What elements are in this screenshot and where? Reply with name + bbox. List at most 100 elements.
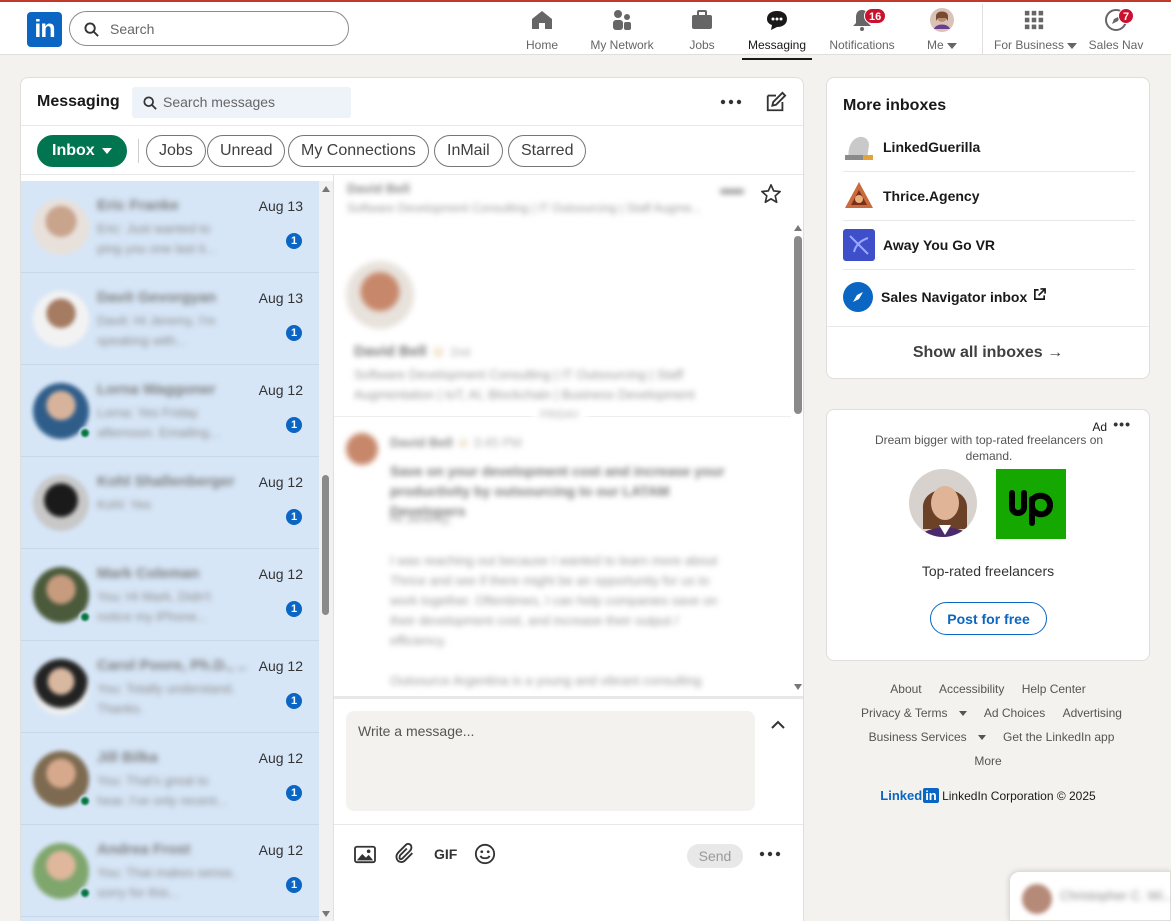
global-search[interactable] xyxy=(69,11,349,46)
conversation-snippet: You: Hi Mark, Didn't notice my iPhone... xyxy=(97,589,211,624)
external-link-icon xyxy=(1033,287,1047,306)
list-item[interactable]: Eric Franke Eric: Just wanted to ping yo… xyxy=(21,181,319,273)
online-status-icon xyxy=(79,427,91,439)
avatar xyxy=(33,291,89,347)
list-item[interactable]: Andrea Frost You: That makes sense, sorr… xyxy=(21,825,319,917)
list-item[interactable]: Carol Poore, Ph.D., ... You: Totally und… xyxy=(21,641,319,733)
global-search-input[interactable] xyxy=(110,18,330,40)
filter-inmail[interactable]: InMail xyxy=(434,135,503,167)
bell-icon xyxy=(826,8,898,32)
scroll-up-arrow-icon[interactable] xyxy=(794,225,802,231)
thread-contact-name[interactable]: David Bell xyxy=(347,181,410,196)
sender-name: David Bell xyxy=(390,435,453,450)
scroll-down-arrow-icon[interactable] xyxy=(322,911,330,917)
nav-divider xyxy=(982,4,983,54)
list-item[interactable]: Lorna Waggoner Lorna: Yes Friday afterno… xyxy=(21,365,319,457)
footer-link-accessibility[interactable]: Accessibility xyxy=(939,682,1004,696)
ad-headline: Top-rated freelancers xyxy=(921,563,1055,579)
footer-link-ad-choices[interactable]: Ad Choices xyxy=(984,706,1045,720)
messaging-card: Messaging Inbox Jobs Unread My Connectio… xyxy=(20,77,804,921)
filter-unread[interactable]: Unread xyxy=(207,135,286,167)
nav-home[interactable]: Home xyxy=(520,8,564,55)
list-item[interactable]: Kohl Shallenberger Kohl: Yes Aug 12 1 xyxy=(21,457,319,549)
scrollbar-thumb[interactable] xyxy=(794,236,802,414)
image-icon[interactable] xyxy=(354,842,376,866)
footer-link-privacy-terms[interactable]: Privacy & Terms xyxy=(854,706,967,720)
compose-icon[interactable] xyxy=(764,90,788,114)
sender-avatar xyxy=(346,433,378,465)
emoji-icon[interactable] xyxy=(474,842,496,866)
inbox-name: Sales Navigator inbox xyxy=(881,288,1028,305)
conversation-scrollbar[interactable] xyxy=(319,181,333,921)
list-item[interactable]: Jill Bilka You: That's great to hear. I'… xyxy=(21,733,319,825)
more-inboxes-title: More inboxes xyxy=(843,97,947,114)
more-options-icon[interactable]: ••• xyxy=(1113,416,1131,432)
thread-profile-photo[interactable] xyxy=(346,261,414,329)
footer-link-get-app[interactable]: Get the LinkedIn app xyxy=(1003,730,1114,744)
footer-link-business-services[interactable]: Business Services xyxy=(862,730,986,744)
post-for-free-button[interactable]: Post for free xyxy=(930,602,1047,635)
message-body-continued: Outsource Argentina is a young and vibra… xyxy=(390,673,702,688)
list-item[interactable]: Mark Coleman You: Hi Mark, Didn't notice… xyxy=(21,549,319,641)
nav-for-business[interactable]: For Business xyxy=(994,8,1078,55)
nav-messaging[interactable]: Messaging xyxy=(742,8,812,60)
more-inboxes-card: More inboxes LinkedGuerilla Thrice.Agenc… xyxy=(826,77,1150,379)
messaging-search[interactable] xyxy=(132,87,351,118)
briefcase-icon xyxy=(686,8,718,32)
footer-link-advertising[interactable]: Advertising xyxy=(1063,706,1122,720)
linkedin-logo[interactable]: in xyxy=(27,12,62,47)
conversation-name: Andrea Frost xyxy=(97,841,191,858)
footer-link-more[interactable]: More xyxy=(974,754,1001,768)
inbox-sales-navigator[interactable]: Sales Navigator inbox xyxy=(843,272,1135,321)
conversation-date: Aug 13 xyxy=(258,290,303,306)
wordmark-in: in xyxy=(923,788,939,803)
thread-scrollbar[interactable] xyxy=(791,221,803,696)
more-options-icon[interactable] xyxy=(719,90,743,114)
list-item[interactable]: Davit Gevorgyan Davit: Hi Jeremy, I'm sp… xyxy=(21,273,319,365)
conversation-name: Davit Gevorgyan xyxy=(97,289,217,306)
show-all-inboxes-button[interactable]: Show all inboxes → xyxy=(827,326,1149,378)
unread-badge: 1 xyxy=(286,693,302,709)
nav-jobs[interactable]: Jobs xyxy=(686,8,718,55)
star-icon[interactable] xyxy=(760,183,782,210)
online-status-icon xyxy=(79,611,91,623)
nav-notifications[interactable]: 16 Notifications xyxy=(826,8,898,55)
online-status-icon xyxy=(79,795,91,807)
nav-me-label: Me xyxy=(926,38,944,52)
attachment-icon[interactable] xyxy=(394,842,416,866)
unread-badge: 1 xyxy=(286,417,302,433)
footer-link-about[interactable]: About xyxy=(890,682,921,696)
more-options-icon[interactable] xyxy=(759,842,781,866)
conversation-date: Aug 12 xyxy=(258,842,303,858)
filter-inbox-label: Inbox xyxy=(52,142,95,159)
chevron-up-icon[interactable] xyxy=(770,717,786,735)
scroll-up-arrow-icon[interactable] xyxy=(322,186,330,192)
linkedguerilla-logo xyxy=(843,131,875,163)
inbox-linkedguerilla[interactable]: LinkedGuerilla xyxy=(843,123,1135,172)
nav-my-network[interactable]: My Network xyxy=(588,8,656,55)
scrollbar-thumb[interactable] xyxy=(322,475,329,615)
online-status-icon xyxy=(79,887,91,899)
scroll-down-arrow-icon[interactable] xyxy=(794,684,802,690)
inbox-away-you-go-vr[interactable]: Away You Go VR xyxy=(843,221,1135,270)
more-options-icon[interactable] xyxy=(720,189,744,194)
filter-my-connections[interactable]: My Connections xyxy=(288,135,429,167)
ad-text: Dream bigger with top-rated freelancers … xyxy=(874,433,1104,463)
message-input[interactable] xyxy=(346,711,755,811)
nav-for-business-label: For Business xyxy=(994,38,1065,52)
away-you-go-vr-logo xyxy=(843,229,875,261)
filter-jobs[interactable]: Jobs xyxy=(146,135,206,167)
footer-link-help-center[interactable]: Help Center xyxy=(1022,682,1086,696)
filter-bar: Inbox Jobs Unread My Connections InMail … xyxy=(21,127,803,175)
nav-me[interactable]: Me xyxy=(922,8,962,55)
conversation-date: Aug 12 xyxy=(258,382,303,398)
filter-starred[interactable]: Starred xyxy=(508,135,587,167)
inbox-thrice-agency[interactable]: Thrice.Agency xyxy=(843,172,1135,221)
send-button[interactable]: Send xyxy=(687,844,743,868)
nav-sales-nav[interactable]: 7 Sales Nav xyxy=(1088,8,1144,55)
messaging-search-input[interactable] xyxy=(163,94,343,110)
filter-inbox[interactable]: Inbox xyxy=(37,135,127,167)
mini-chat-tab[interactable]: Christopher C. Wi... xyxy=(1009,871,1171,921)
nav-sales-nav-label: Sales Nav xyxy=(1088,38,1144,52)
gif-button[interactable]: GIF xyxy=(434,842,457,866)
